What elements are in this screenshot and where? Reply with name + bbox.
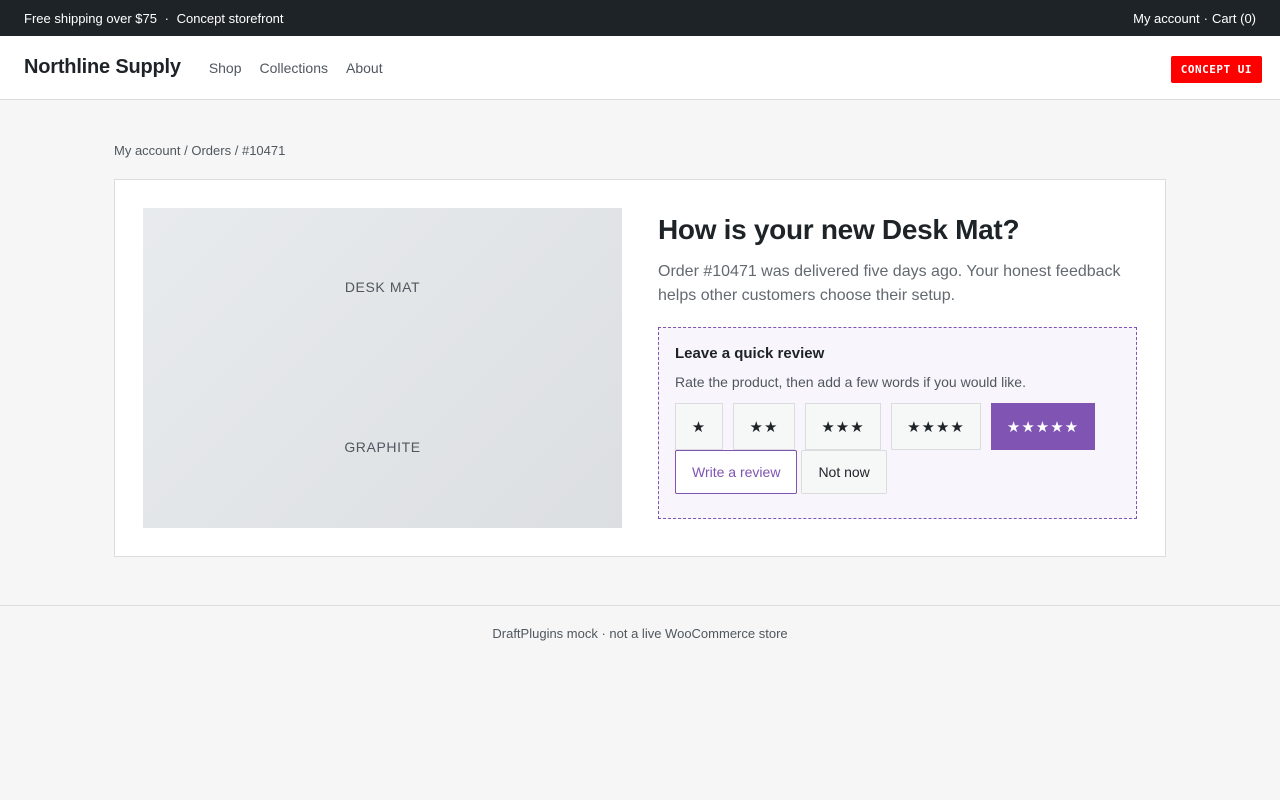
product-image: DESK MAT GRAPHITE <box>143 208 622 528</box>
product-image-name: DESK MAT <box>344 279 421 295</box>
breadcrumb-current: #10471 <box>241 143 286 158</box>
my-account-link[interactable]: My account <box>1133 11 1199 26</box>
promo-text: Free shipping over $75 <box>24 10 157 26</box>
footer-text: DraftPlugins mock · not a live WooCommer… <box>492 626 788 641</box>
separator: · <box>1203 10 1208 26</box>
announcement-bar: Free shipping over $75 · Concept storefr… <box>0 0 1280 36</box>
rating-5-star-button[interactable]: ★★★★★ <box>991 403 1095 450</box>
review-panel-subtitle: Rate the product, then add a few words i… <box>675 374 1026 390</box>
page-title: How is your new Desk Mat? <box>658 214 1020 245</box>
breadcrumb-separator: / <box>234 143 239 158</box>
account-links: My account · Cart (0) <box>1133 11 1256 26</box>
brand-logo[interactable]: Northline Supply <box>24 56 181 79</box>
nav-about[interactable]: About <box>346 60 383 76</box>
main-content: My account / Orders / #10471 DESK MAT GR… <box>114 100 1166 557</box>
review-content: How is your new Desk Mat? Order #10471 w… <box>658 208 1137 528</box>
write-review-button[interactable]: Write a review <box>675 450 798 494</box>
review-panel-title: Leave a quick review <box>675 345 825 362</box>
main-nav: Shop Collections About <box>209 60 401 76</box>
star-rating-group: ★ ★★ ★★★ ★★★★ ★★★★★ <box>675 403 1120 450</box>
concept-badge: CONCEPT UI <box>1170 56 1262 83</box>
rating-4-star-button[interactable]: ★★★★ <box>891 403 981 450</box>
rating-2-star-button[interactable]: ★★ <box>733 403 795 450</box>
review-actions: Write a review Not now <box>675 450 1120 494</box>
rating-1-star-button[interactable]: ★ <box>675 403 723 450</box>
product-image-color: GRAPHITE <box>344 439 421 455</box>
not-now-button[interactable]: Not now <box>801 450 887 494</box>
cart-link[interactable]: Cart (0) <box>1212 11 1256 26</box>
announcement-text: Free shipping over $75 · Concept storefr… <box>24 11 284 26</box>
nav-shop[interactable]: Shop <box>209 60 242 76</box>
quick-review-panel: Leave a quick review Rate the product, t… <box>658 327 1137 519</box>
breadcrumb-orders[interactable]: Orders <box>191 143 231 158</box>
review-request-card: DESK MAT GRAPHITE How is your new Desk M… <box>114 179 1166 557</box>
breadcrumb-my-account[interactable]: My account <box>114 143 180 158</box>
rating-3-star-button[interactable]: ★★★ <box>805 403 881 450</box>
site-header: Northline Supply Shop Collections About … <box>0 36 1280 100</box>
site-footer: DraftPlugins mock · not a live WooCommer… <box>0 605 1280 641</box>
order-description: Order #10471 was delivered five days ago… <box>658 263 1121 304</box>
tagline-text: Concept storefront <box>176 10 284 26</box>
separator: · <box>164 10 169 26</box>
nav-collections[interactable]: Collections <box>260 60 328 76</box>
breadcrumb: My account / Orders / #10471 <box>114 143 1166 158</box>
